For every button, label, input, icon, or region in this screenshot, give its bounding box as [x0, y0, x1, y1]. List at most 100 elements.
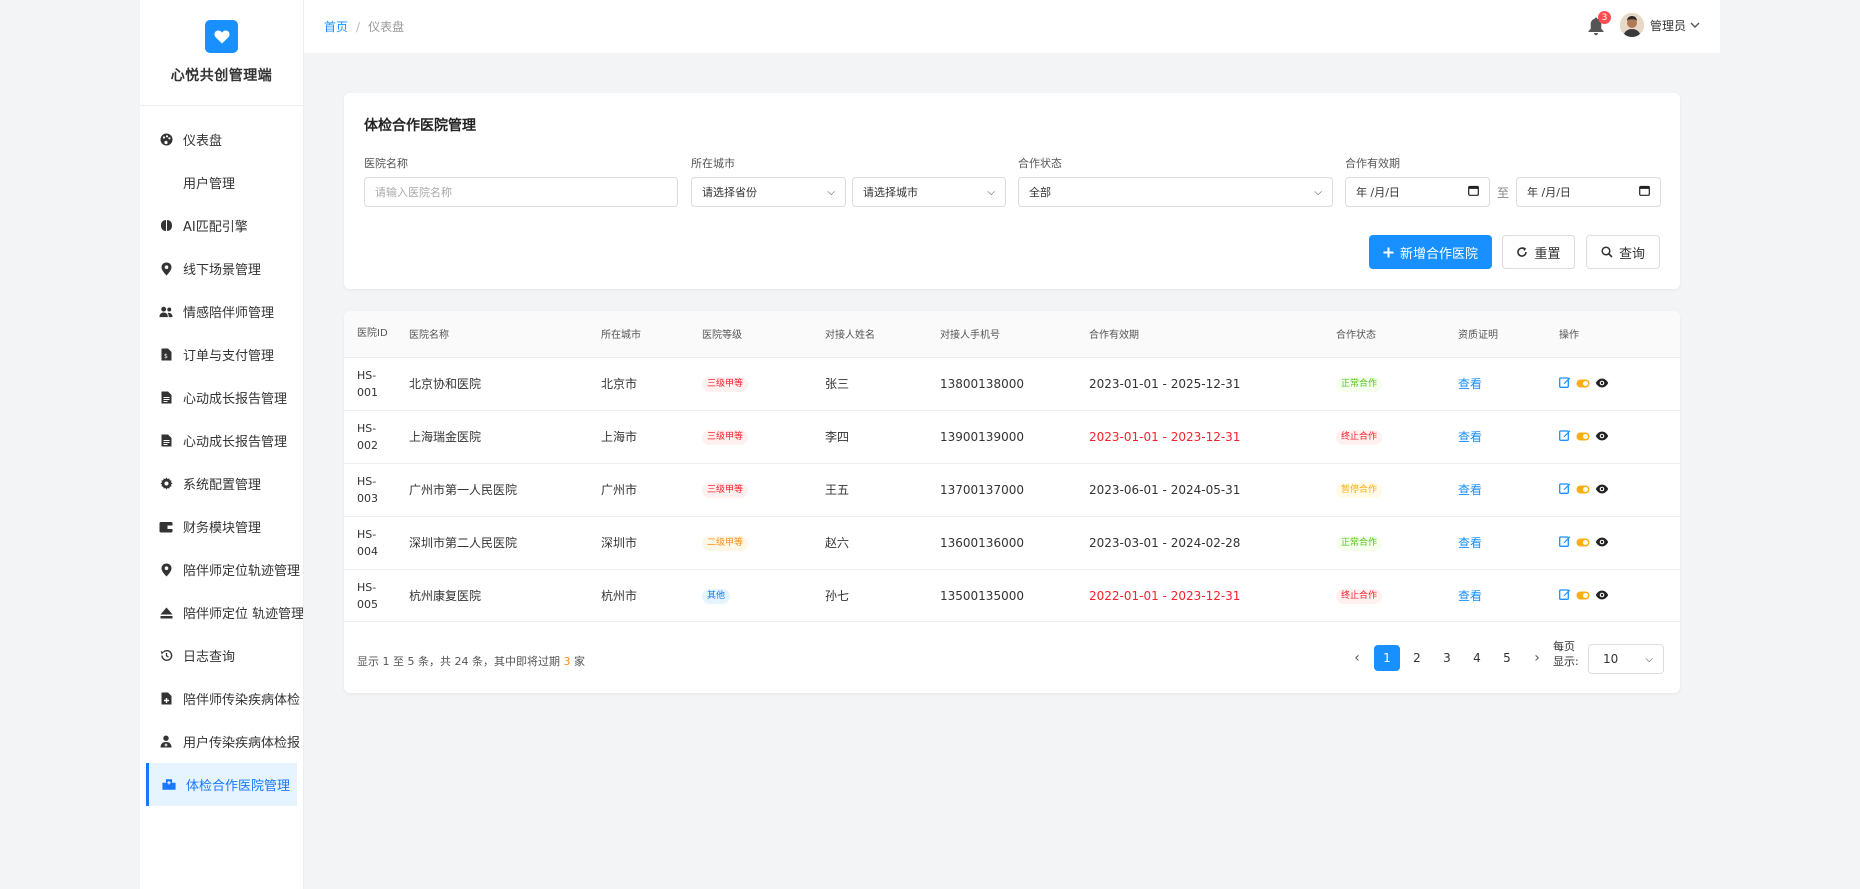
- contact-phone: 13900139000: [940, 429, 1024, 444]
- eye-icon[interactable]: [1595, 536, 1609, 550]
- gear-icon: [159, 477, 173, 491]
- page-2-button[interactable]: 2: [1404, 645, 1430, 671]
- prev-page-button[interactable]: ‹: [1344, 645, 1370, 671]
- date-start-input[interactable]: 年 /月/日: [1345, 177, 1490, 207]
- sidebar-item-4[interactable]: 情感陪伴师管理: [140, 290, 303, 333]
- contact-name: 张三: [825, 377, 850, 391]
- chevron-down-icon[interactable]: [1690, 18, 1700, 33]
- top-bar: 首页 / 仪表盘 3 管理员: [304, 0, 1720, 53]
- next-page-button[interactable]: ›: [1524, 645, 1550, 671]
- date-range-separator: 至: [1497, 186, 1510, 200]
- hospital-name: 上海瑞金医院: [409, 430, 482, 444]
- reset-button[interactable]: 重置: [1502, 235, 1575, 269]
- cooperation-period: 2023-06-01 - 2024-05-31: [1089, 482, 1241, 497]
- status-select[interactable]: 全部 ⌵: [1018, 177, 1333, 207]
- document-icon: [159, 391, 173, 405]
- toggle-icon[interactable]: [1576, 430, 1590, 444]
- toggle-icon[interactable]: [1576, 589, 1590, 603]
- calendar-icon[interactable]: [1639, 185, 1650, 199]
- chevron-down-icon: ⌵: [827, 186, 835, 198]
- document-icon: [159, 434, 173, 448]
- toggle-icon[interactable]: [1576, 377, 1590, 391]
- column-header: 对接人姓名: [825, 330, 875, 342]
- user-doctor-icon: [159, 735, 173, 749]
- hospital-name: 广州市第一人民医院: [409, 483, 518, 497]
- bell-icon[interactable]: 3: [1588, 11, 1611, 36]
- hospital-city: 上海市: [601, 430, 638, 444]
- map-pin-icon: [159, 262, 173, 276]
- contact-phone: 13700137000: [940, 482, 1024, 497]
- user-name[interactable]: 管理员: [1650, 17, 1686, 34]
- column-header: 合作状态: [1336, 330, 1376, 342]
- eye-icon[interactable]: [1595, 589, 1609, 603]
- view-certificate-link[interactable]: 查看: [1458, 589, 1482, 603]
- app-shell: 心悦共创管理端 仪表盘 用户管理 AI匹配引擎 线下场景管理 情感陪伴师管理 $ 订单与支付…: [140, 0, 1720, 889]
- sidebar-item-label: 情感陪伴师管理: [183, 306, 275, 321]
- sidebar-item-15[interactable]: 体检合作医院管理: [146, 763, 297, 806]
- page-3-button[interactable]: 3: [1434, 645, 1460, 671]
- edit-icon[interactable]: [1559, 482, 1571, 497]
- eye-icon[interactable]: [1595, 377, 1609, 391]
- sidebar-item-3[interactable]: 线下场景管理: [140, 247, 303, 290]
- page-4-button[interactable]: 4: [1464, 645, 1490, 671]
- province-select[interactable]: 请选择省份 ⌵: [691, 177, 846, 207]
- sidebar: 心悦共创管理端 仪表盘 用户管理 AI匹配引擎 线下场景管理 情感陪伴师管理 $ 订单与支付…: [140, 0, 304, 889]
- city-select-value: 请选择城市: [863, 186, 918, 199]
- sidebar-item-11[interactable]: 陪伴师定位 轨迹管理: [140, 591, 303, 634]
- per-page-select[interactable]: 10 ⌵: [1588, 644, 1664, 674]
- sidebar-item-12[interactable]: 日志查询: [140, 634, 303, 677]
- add-hospital-button[interactable]: 新增合作医院: [1369, 235, 1492, 269]
- view-certificate-link[interactable]: 查看: [1458, 377, 1482, 391]
- edit-icon[interactable]: [1559, 429, 1571, 444]
- pagination-bar: 显示 1 至 5 条，共 24 条，其中即将过期 3 家 ‹ 1 2 3 4 5 › 每页显…: [344, 621, 1680, 693]
- breadcrumb-home-link[interactable]: 首页: [324, 18, 348, 35]
- sidebar-item-2[interactable]: AI匹配引擎: [140, 204, 303, 247]
- status-cell: 正常合作: [1323, 357, 1445, 410]
- column-header: 医院ID: [357, 328, 388, 340]
- sidebar-item-13[interactable]: 陪伴师传染疾病体检: [140, 677, 303, 720]
- hospital-level-cell: 三级甲等: [689, 463, 812, 516]
- hospital-name-input[interactable]: 请输入医院名称: [364, 177, 678, 207]
- edit-icon[interactable]: [1559, 535, 1571, 550]
- sidebar-item-10[interactable]: 陪伴师定位轨迹管理: [140, 548, 303, 591]
- avatar[interactable]: [1619, 13, 1644, 37]
- view-certificate-link[interactable]: 查看: [1458, 483, 1482, 497]
- edit-icon[interactable]: [1559, 588, 1571, 603]
- chevron-down-icon: ⌵: [1314, 186, 1322, 198]
- hospital-level-tag: 三级甲等: [702, 377, 749, 392]
- column-header: 所在城市: [601, 330, 641, 342]
- sidebar-item-6[interactable]: 心动成长报告管理: [140, 376, 303, 419]
- contact-name: 赵六: [825, 536, 850, 550]
- notification-badge: 3: [1597, 11, 1611, 24]
- sidebar-item-9[interactable]: 财务模块管理: [140, 505, 303, 548]
- toggle-icon[interactable]: [1576, 483, 1590, 497]
- city-select[interactable]: 请选择城市 ⌵: [852, 177, 1006, 207]
- eye-icon[interactable]: [1595, 430, 1609, 444]
- page-5-button[interactable]: 5: [1494, 645, 1520, 671]
- calendar-icon[interactable]: [1468, 185, 1479, 199]
- wallet-icon: [159, 520, 173, 534]
- toggle-icon[interactable]: [1576, 536, 1590, 550]
- sidebar-item-0[interactable]: 仪表盘: [140, 118, 303, 161]
- row-actions: [1559, 376, 1680, 391]
- hospital-level-cell: 三级甲等: [689, 410, 812, 463]
- date-end-input[interactable]: 年 /月/日: [1516, 177, 1661, 207]
- breadcrumb-separator: /: [356, 19, 361, 34]
- column-header: 合作有效期: [1089, 330, 1139, 342]
- view-certificate-link[interactable]: 查看: [1458, 430, 1482, 444]
- search-button[interactable]: 查询: [1586, 235, 1660, 269]
- chevron-down-icon: ⌵: [987, 186, 995, 198]
- view-certificate-link[interactable]: 查看: [1458, 536, 1482, 550]
- certificate-cell: 查看: [1445, 357, 1546, 410]
- sidebar-item-8[interactable]: 系统配置管理: [140, 462, 303, 505]
- sidebar-item-1[interactable]: 用户管理: [140, 161, 303, 204]
- sidebar-item-5[interactable]: $ 订单与支付管理: [140, 333, 303, 376]
- contact-name: 孙七: [825, 589, 850, 604]
- sidebar-item-14[interactable]: 用户传染疾病体检报: [140, 720, 303, 763]
- row-actions: [1559, 482, 1680, 497]
- eye-icon[interactable]: [1595, 483, 1609, 497]
- page-1-button[interactable]: 1: [1374, 645, 1400, 671]
- sidebar-item-7[interactable]: 心动成长报告管理: [140, 419, 303, 462]
- hospital-name: 北京协和医院: [409, 377, 482, 391]
- edit-icon[interactable]: [1559, 376, 1571, 391]
